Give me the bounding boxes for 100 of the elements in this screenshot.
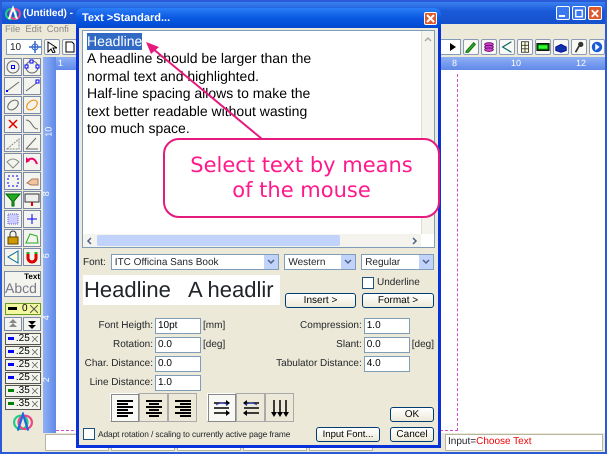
- align-right-button[interactable]: [168, 393, 197, 422]
- tool-button[interactable]: [4, 77, 22, 95]
- magnet-icon: [24, 249, 40, 265]
- tool-button[interactable]: [23, 191, 41, 209]
- checkbox-label: Underline: [377, 276, 420, 290]
- align-left-button[interactable]: [110, 393, 139, 422]
- ok-button[interactable]: OK: [390, 407, 434, 422]
- close-button[interactable]: [588, 6, 602, 20]
- plus-icon: [24, 211, 40, 227]
- line-width-button[interactable]: .35: [4, 384, 40, 397]
- order-button[interactable]: [23, 316, 41, 331]
- slope-icon: [5, 135, 21, 151]
- script-dropdown[interactable]: Western: [284, 254, 356, 270]
- minimize-button[interactable]: [556, 6, 570, 20]
- funnel-icon: [5, 192, 21, 208]
- tool-button[interactable]: [4, 58, 22, 76]
- vertical-text-button[interactable]: [265, 393, 294, 422]
- dialog-title: Text >Standard...: [82, 10, 170, 26]
- ellipse-points-icon: [24, 97, 40, 113]
- unit-label: [deg]: [203, 338, 226, 352]
- x-icon: [30, 304, 38, 313]
- grid-icon: [518, 39, 532, 55]
- number-field[interactable]: 1.0: [364, 318, 410, 334]
- field-label: Slant:: [335, 338, 362, 352]
- line-width-button[interactable]: .25: [4, 372, 40, 384]
- number-field[interactable]: 10pt: [155, 318, 201, 334]
- underline-checkbox[interactable]: [362, 276, 374, 288]
- tool-button[interactable]: [4, 248, 22, 266]
- ruler-number: 8: [40, 191, 52, 196]
- ruler-number: 4: [40, 315, 52, 320]
- right-to-left-icon: [240, 398, 260, 418]
- field-label: Font:: [83, 256, 106, 270]
- play-arrow-icon: [450, 43, 456, 51]
- ruler-number: 6: [40, 253, 52, 258]
- tool-button[interactable]: [23, 58, 41, 76]
- tool-button[interactable]: [4, 96, 22, 114]
- tool-button[interactable]: [4, 191, 22, 209]
- pencil-icon: [464, 39, 478, 55]
- toolbar-button[interactable]: [535, 39, 551, 55]
- left-to-right-button[interactable]: [207, 393, 236, 422]
- dotted-square-icon: [5, 211, 21, 227]
- field-label: Char. Distance:: [84, 357, 153, 371]
- line-points-icon: [24, 78, 40, 94]
- tool-button[interactable]: [4, 172, 22, 190]
- window-title: (Untitled) -: [23, 6, 73, 20]
- checkbox-label: Adapt rotation / scaling to currently active page frame: [98, 428, 290, 441]
- align-center-icon: [144, 398, 164, 418]
- close-button[interactable]: [424, 12, 437, 24]
- input-font-button[interactable]: Input Font...: [316, 427, 380, 442]
- line-width-button[interactable]: .25: [4, 358, 40, 371]
- dropdown-icon: [267, 259, 276, 265]
- field-label: Font Heigth:: [98, 319, 153, 333]
- number-field[interactable]: 1.0: [155, 374, 201, 390]
- insert-button[interactable]: Insert >: [285, 293, 356, 308]
- adapt-checkbox[interactable]: [83, 428, 95, 440]
- ellipse-icon: [5, 97, 21, 113]
- move-up-icon: [8, 318, 18, 329]
- style-dropdown[interactable]: Regular: [361, 254, 434, 270]
- number-field[interactable]: 0.0: [364, 336, 410, 352]
- field-label: Rotation:: [112, 338, 153, 352]
- font-dropdown[interactable]: ITC Officina Sans Book: [110, 254, 280, 270]
- x-icon: [32, 374, 38, 382]
- right-to-left-button[interactable]: [236, 393, 265, 422]
- format-button[interactable]: Format >: [362, 293, 434, 308]
- unit-label: [mm]: [203, 319, 226, 333]
- maximize-button[interactable]: [572, 6, 586, 20]
- line-width-button[interactable]: .35: [4, 398, 40, 410]
- x-icon: [32, 400, 38, 408]
- toolbar-button[interactable]: [589, 39, 605, 55]
- cancel-button[interactable]: Cancel: [390, 427, 434, 442]
- toolbar-button[interactable]: [481, 39, 497, 55]
- horizontal-scrollbar[interactable]: [83, 234, 421, 247]
- layers-icon: [482, 39, 496, 55]
- tool-button[interactable]: [23, 77, 41, 95]
- tool-button[interactable]: [23, 115, 41, 133]
- text-tool-button[interactable]: Text Abcd: [4, 271, 41, 297]
- line-width-button[interactable]: 0: [4, 302, 40, 315]
- line-width-button[interactable]: .25: [4, 346, 40, 358]
- number-field[interactable]: 0.0: [155, 336, 201, 352]
- select-tool-button[interactable]: [44, 39, 60, 55]
- line-width-button[interactable]: .25: [4, 332, 40, 345]
- move-down-icon: [27, 318, 37, 329]
- play-icon: [590, 39, 604, 55]
- number-field[interactable]: 0.0: [155, 356, 201, 372]
- tool-button[interactable]: [23, 210, 41, 228]
- scrollbar-thumb[interactable]: [97, 235, 340, 246]
- unit-label: [deg]: [412, 338, 434, 352]
- tool-button[interactable]: [4, 229, 22, 247]
- circle-points-icon: [24, 59, 40, 75]
- dropdown-icon: [422, 259, 430, 265]
- toolbar-button[interactable]: [463, 39, 479, 55]
- toolbar-button[interactable]: [499, 39, 515, 55]
- zoom-field[interactable]: 10: [6, 39, 42, 55]
- align-center-button[interactable]: [139, 393, 168, 422]
- circle-icon: [5, 59, 21, 75]
- toolbar-button[interactable]: [517, 39, 533, 55]
- ruler-number: 1: [58, 57, 64, 70]
- tool-button[interactable]: [23, 134, 41, 152]
- number-field[interactable]: 4.0: [364, 356, 410, 372]
- field-label: Line Distance:: [88, 376, 153, 390]
